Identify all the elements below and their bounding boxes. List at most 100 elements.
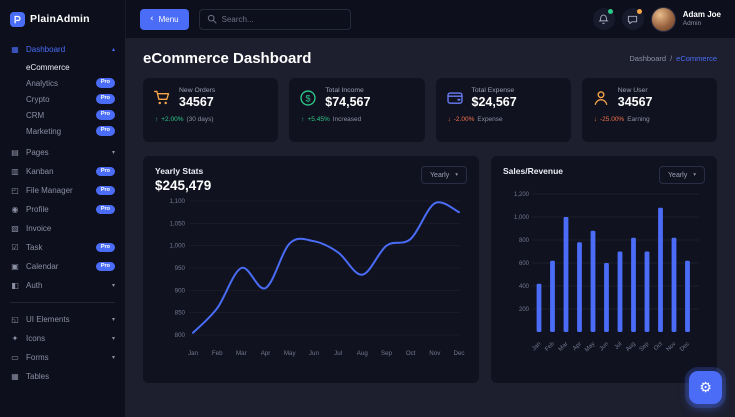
- sidebar-item-auth[interactable]: ◧ Auth ▾: [0, 276, 125, 295]
- sidebar-item-label: Forms: [26, 353, 49, 362]
- search-box[interactable]: [198, 8, 351, 30]
- svg-text:Jul: Jul: [334, 350, 342, 357]
- pro-badge: Pro: [95, 94, 115, 104]
- svg-text:1,000: 1,000: [170, 243, 186, 250]
- kanban-icon: ▥: [11, 167, 19, 176]
- stat-value: $74,567: [325, 95, 371, 109]
- chevron-down-icon: ▾: [111, 354, 115, 361]
- pages-icon: ▤: [11, 148, 19, 157]
- sales-revenue-filter[interactable]: Yearly ▾: [659, 166, 705, 184]
- logo[interactable]: PlainAdmin: [0, 0, 125, 38]
- stat-texts: New User 34567: [618, 87, 653, 109]
- stat-change-note: Earning: [627, 116, 650, 123]
- svg-text:200: 200: [519, 307, 530, 313]
- sidebar: PlainAdmin ▦ Dashboard ▴ eCommerce Analytics…: [0, 0, 125, 417]
- sales-revenue-title: Sales/Revenue: [503, 166, 564, 176]
- sidebar-item-crypto[interactable]: Crypto Pro: [0, 91, 125, 107]
- breadcrumb-ecommerce[interactable]: eCommerce: [676, 54, 717, 63]
- ui-elements-icon: ◱: [11, 315, 19, 324]
- svg-text:600: 600: [519, 261, 530, 267]
- user-meta[interactable]: Adam Joe Admin: [683, 10, 721, 28]
- svg-text:Mar: Mar: [236, 350, 247, 357]
- chevron-down-icon: ▾: [693, 172, 696, 178]
- sidebar-nav: ▦ Dashboard ▴ eCommerce Analytics Pro Crypto Pr…: [0, 38, 125, 386]
- message-dot: [636, 9, 642, 14]
- stat-card-new-orders: New Orders 34567 ↑ +2.00% (30 days): [143, 78, 279, 142]
- svg-text:Feb: Feb: [212, 350, 223, 357]
- sidebar-item-marketing[interactable]: Marketing Pro: [0, 123, 125, 139]
- svg-text:Jul: Jul: [614, 341, 624, 351]
- breadcrumb-separator: /: [670, 54, 673, 63]
- sidebar-divider: [10, 302, 115, 303]
- svg-text:1,100: 1,100: [170, 198, 186, 205]
- dollar-icon: $: [300, 90, 316, 106]
- avatar[interactable]: [650, 6, 676, 32]
- svg-text:1,200: 1,200: [514, 192, 530, 198]
- stat-top: New Orders 34567: [153, 87, 268, 109]
- sidebar-item-pages[interactable]: ▤ Pages ▾: [0, 143, 125, 162]
- sidebar-item-label: eCommerce: [26, 62, 70, 72]
- sidebar-item-label: Analytics: [26, 78, 59, 88]
- sidebar-item-icons[interactable]: ✦ Icons ▾: [0, 329, 125, 348]
- breadcrumb-dashboard[interactable]: Dashboard: [629, 54, 666, 63]
- sidebar-item-label: UI Elements: [26, 315, 70, 324]
- sidebar-item-dashboard[interactable]: ▦ Dashboard ▴: [0, 40, 125, 59]
- page-head: eCommerce Dashboard Dashboard / eCommerc…: [143, 50, 717, 67]
- notifications-button[interactable]: [592, 8, 615, 30]
- sidebar-item-crm[interactable]: CRM Pro: [0, 107, 125, 123]
- yearly-stats-titles: Yearly Stats $245,479: [155, 166, 211, 193]
- menu-button[interactable]: ‹ Menu: [140, 8, 189, 30]
- sidebar-item-label: Calendar: [26, 262, 59, 271]
- svg-text:Nov: Nov: [666, 341, 678, 353]
- logo-icon: [10, 11, 25, 27]
- sidebar-item-label: Marketing: [26, 126, 62, 136]
- sidebar-item-tables[interactable]: ▦ Tables: [0, 367, 125, 386]
- bar-chart-svg: 200 400 600 800 1,000 1,200 Jan Feb Mar Apr May Jun…: [514, 192, 699, 353]
- svg-text:900: 900: [175, 287, 186, 294]
- svg-text:May: May: [284, 350, 297, 357]
- svg-text:Oct: Oct: [406, 350, 416, 357]
- stat-change-percent: +2.00%: [161, 116, 184, 123]
- svg-text:Nov: Nov: [429, 350, 441, 357]
- calendar-icon: ▣: [11, 262, 19, 271]
- yearly-stats-filter[interactable]: Yearly ▾: [421, 166, 467, 184]
- sidebar-item-task[interactable]: ☑ Task Pro: [0, 238, 125, 257]
- yearly-stats-head: Yearly Stats $245,479 Yearly ▾: [155, 166, 467, 193]
- chevron-up-icon: ▴: [111, 46, 115, 53]
- svg-text:Oct: Oct: [653, 341, 664, 352]
- sidebar-item-label: File Manager: [26, 186, 73, 195]
- stat-change-note: Expense: [477, 116, 503, 123]
- stat-value: 34567: [179, 95, 214, 109]
- sales-revenue-chart: 200 400 600 800 1,000 1,200 Jan Feb Mar Apr May Jun…: [503, 184, 705, 366]
- settings-fab[interactable]: ⚙: [689, 371, 722, 404]
- topbar: ‹ Menu Search... Adam Joe Admin: [125, 0, 735, 38]
- chevron-left-icon: ‹: [150, 13, 154, 24]
- sidebar-item-forms[interactable]: ▭ Forms ▾: [0, 348, 125, 367]
- arrow-up-icon: ↑: [155, 116, 159, 123]
- sidebar-item-ecommerce[interactable]: eCommerce: [0, 59, 125, 75]
- gear-icon: ⚙: [699, 379, 712, 396]
- stat-change: ↓ -2.00% Expense: [446, 116, 561, 123]
- sidebar-item-calendar[interactable]: ▣ Calendar Pro: [0, 257, 125, 276]
- svg-text:Apr: Apr: [572, 341, 583, 352]
- sidebar-item-invoice[interactable]: ▧ Invoice: [0, 219, 125, 238]
- invoice-icon: ▧: [11, 224, 19, 233]
- messages-button[interactable]: [621, 8, 644, 30]
- sidebar-item-profile[interactable]: ◉ Profile Pro: [0, 200, 125, 219]
- arrow-down-icon: ↓: [593, 116, 597, 123]
- breadcrumb: Dashboard / eCommerce: [629, 54, 717, 63]
- page-title: eCommerce Dashboard: [143, 50, 312, 67]
- sidebar-item-ui-elements[interactable]: ◱ UI Elements ▾: [0, 310, 125, 329]
- sales-revenue-head: Sales/Revenue Yearly ▾: [503, 166, 705, 184]
- file-manager-icon: ◰: [11, 186, 19, 195]
- sidebar-item-file-manager[interactable]: ◰ File Manager Pro: [0, 181, 125, 200]
- sidebar-item-label: CRM: [26, 110, 45, 120]
- sidebar-item-kanban[interactable]: ▥ Kanban Pro: [0, 162, 125, 181]
- svg-text:1,050: 1,050: [170, 220, 186, 227]
- pro-badge: Pro: [95, 204, 115, 215]
- forms-icon: ▭: [11, 353, 19, 362]
- search-input[interactable]: [221, 14, 343, 24]
- sidebar-item-analytics[interactable]: Analytics Pro: [0, 75, 125, 91]
- stat-texts: Total Income $74,567: [325, 87, 370, 109]
- stats-row: New Orders 34567 ↑ +2.00% (30 days) $ Total In…: [143, 78, 717, 142]
